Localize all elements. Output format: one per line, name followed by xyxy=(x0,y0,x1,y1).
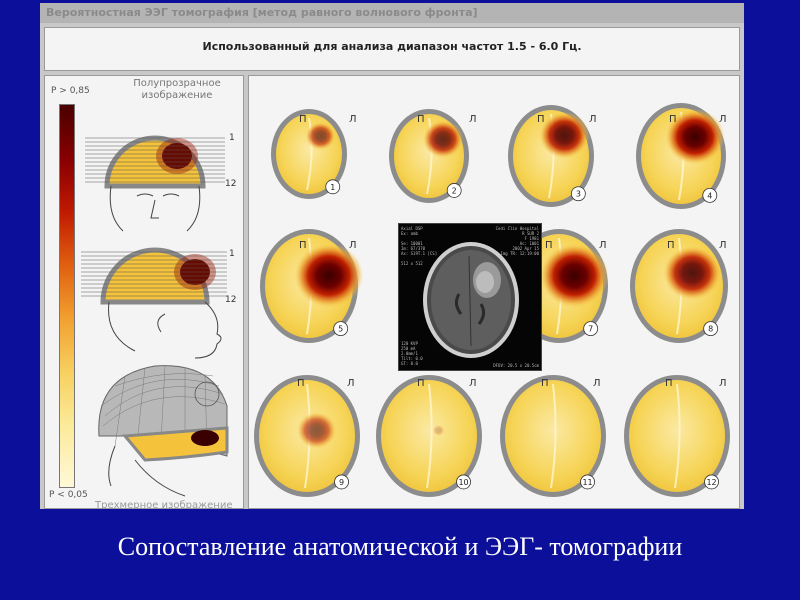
hemisphere-label-right: П xyxy=(297,378,305,389)
bottom-panel-text: Трехмерное изображение xyxy=(95,500,233,509)
eeg-slice-5: П Л 5 xyxy=(260,229,364,343)
slice-activity-focus xyxy=(294,243,364,308)
hemisphere-label-left: Л xyxy=(719,114,727,125)
hemisphere-label-left: Л xyxy=(469,378,477,389)
hemisphere-label-left: Л xyxy=(599,240,607,251)
slice-activity-focus xyxy=(422,120,464,159)
eeg-slice-4: П Л 4 xyxy=(636,103,727,209)
slice-number: 4 xyxy=(707,191,712,200)
ct-scan-image: Axial DSP Ex: amb Se: 10001 Im: 67/370 A… xyxy=(398,223,542,371)
hemisphere-label-right: П xyxy=(545,240,553,251)
slice-activity-focus xyxy=(539,243,609,308)
hemisphere-label-right: П xyxy=(669,114,677,125)
slice-activity-focus xyxy=(432,424,445,436)
slice-number: 11 xyxy=(582,478,592,487)
hemisphere-label-right: П xyxy=(299,114,307,125)
head1-slice-top: 1 xyxy=(229,133,235,143)
hemisphere-label-right: П xyxy=(537,114,545,125)
hemisphere-label-left: Л xyxy=(719,240,727,251)
hemisphere-label-right: П xyxy=(417,114,425,125)
hemisphere-label-right: П xyxy=(665,378,673,389)
hemisphere-label-left: Л xyxy=(469,114,477,125)
head2-slice-bottom: 12 xyxy=(225,295,236,305)
hemisphere-label-right: П xyxy=(417,378,425,389)
eeg-slice-8: П Л 8 xyxy=(630,229,728,343)
window-title: Вероятностная ЭЭГ томография [метод равн… xyxy=(40,3,744,23)
hemisphere-label-right: П xyxy=(299,240,307,251)
slice-number: 12 xyxy=(706,478,716,487)
hemisphere-label-left: Л xyxy=(347,378,355,389)
ct-info-bottom-left: 120 KVP 250 mA 2.0mm/1 Tilt: 0.0 GT: 0.0 xyxy=(401,341,423,366)
eeg-slice-1: П Л 1 xyxy=(271,109,357,199)
slice-activity-focus xyxy=(296,411,337,449)
eeg-slice-3: П Л 3 xyxy=(508,105,597,207)
hemisphere-label-right: П xyxy=(541,378,549,389)
head-illustrations: 1 12 1 12 xyxy=(81,133,236,497)
head1-slice-bottom: 12 xyxy=(225,179,236,189)
eeg-slice-2: П Л 2 xyxy=(389,109,477,203)
slice-number: 2 xyxy=(452,186,457,195)
hemisphere-label-left: Л xyxy=(593,378,601,389)
eeg-slice-11: П Л 11 xyxy=(500,375,606,497)
hemisphere-label-right: П xyxy=(667,240,675,251)
eeg-slice-9: П Л 9 xyxy=(254,375,360,497)
head-side-view xyxy=(81,247,227,359)
head-3d-mesh xyxy=(98,365,229,497)
left-panel: P > 0,85 P < 0,05 Полупрозрачное изображ… xyxy=(44,75,244,509)
slice-number: 3 xyxy=(576,190,581,199)
slice-number: 5 xyxy=(338,325,343,334)
hemisphere-label-left: Л xyxy=(349,240,357,251)
slide-caption: Сопоставление анатомической и ЭЭГ- томог… xyxy=(117,532,683,561)
slice-number: 7 xyxy=(588,325,593,334)
slice-activity-focus xyxy=(539,111,590,159)
frequency-range-text: Использованный для анализа диапазон част… xyxy=(202,40,582,53)
slice-number: 1 xyxy=(330,183,335,192)
slice-activity-focus xyxy=(305,122,336,150)
frequency-range-box: Использованный для анализа диапазон част… xyxy=(44,27,740,71)
eeg-slice-10: П Л 10 xyxy=(376,375,482,497)
head2-slice-top: 1 xyxy=(229,249,235,259)
hemisphere-label-left: Л xyxy=(719,378,727,389)
slice-number: 8 xyxy=(708,325,713,334)
head-front-view xyxy=(85,135,225,232)
hemisphere-label-left: Л xyxy=(349,114,357,125)
eeg-slice-12: П Л 12 xyxy=(624,375,730,497)
slice-number: 9 xyxy=(339,478,344,487)
eeg-software-window: Вероятностная ЭЭГ томография [метод равн… xyxy=(40,3,744,509)
slice-number: 10 xyxy=(458,478,468,487)
hemisphere-label-left: Л xyxy=(589,114,597,125)
slice-activity-focus xyxy=(663,245,722,301)
ct-info-bottom-right: DFOV: 20.5 x 20.5cm xyxy=(493,363,539,368)
